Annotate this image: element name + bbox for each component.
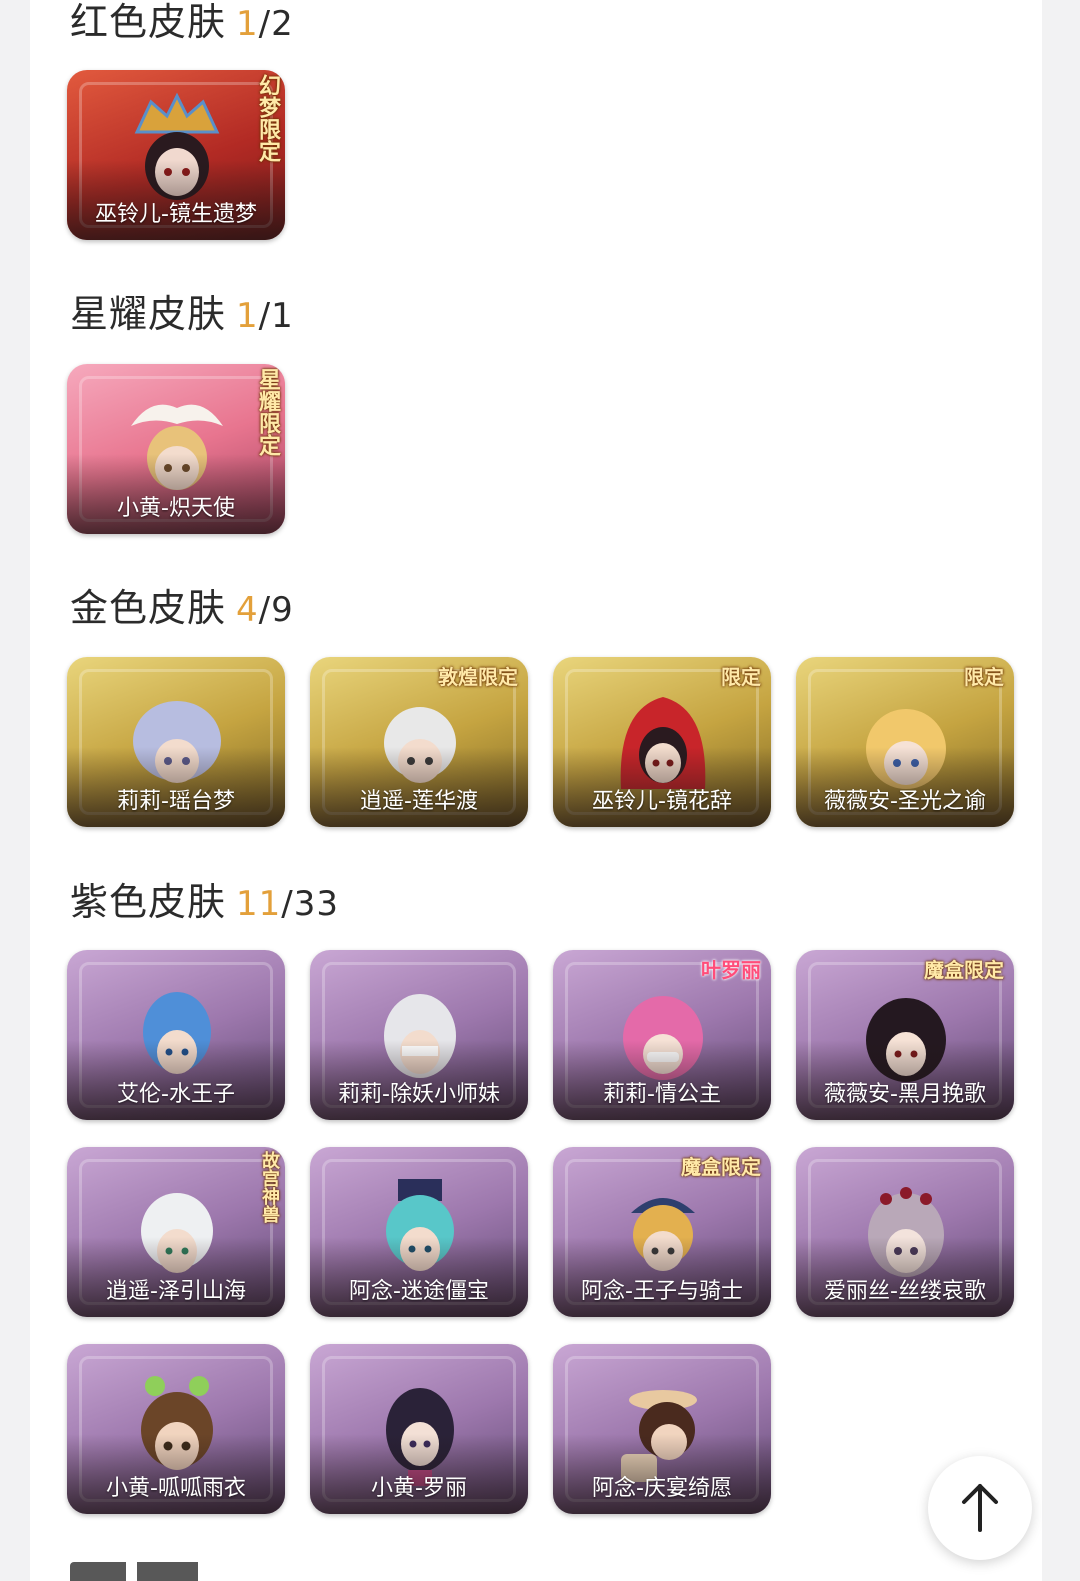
skin-card[interactable]: 莉莉-除妖小师妹: [310, 950, 528, 1120]
skin-name: 小黄-炽天使: [117, 496, 235, 521]
section-title-gold: 金色皮肤 4/9: [70, 586, 294, 632]
limited-badge: 星耀限定: [255, 368, 280, 456]
skin-name: 莉莉-情公主: [603, 1082, 721, 1107]
section-title-label: 金色皮肤: [70, 586, 227, 630]
skin-card[interactable]: 小黄-呱呱雨衣: [67, 1344, 285, 1514]
skin-name: 小黄-罗丽: [371, 1476, 467, 1501]
section-title-label: 紫色皮肤: [70, 880, 227, 924]
skin-card[interactable]: 魔盒限定 薇薇安-黑月挽歌: [796, 950, 1014, 1120]
limited-badge: 限定: [721, 665, 761, 689]
skin-name: 莉莉-除妖小师妹: [338, 1082, 500, 1107]
limited-badge: 故宫神兽: [259, 1151, 280, 1223]
skin-card[interactable]: 叶罗丽 莉莉-情公主: [553, 950, 771, 1120]
section-title-label: 星耀皮肤: [70, 292, 227, 336]
skin-name: 阿念-庆宴绮愿: [592, 1476, 732, 1501]
skin-card[interactable]: 限定 薇薇安-圣光之谕: [796, 657, 1014, 827]
limited-badge: 叶罗丽: [701, 958, 761, 982]
skin-card[interactable]: 星耀限定 小黄-炽天使: [67, 364, 285, 534]
section-title-star: 星耀皮肤 1/1: [70, 292, 294, 338]
skin-card[interactable]: 小黄-罗丽: [310, 1344, 528, 1514]
skin-name: 薇薇安-圣光之谕: [824, 789, 986, 814]
skin-card[interactable]: 魔盒限定 阿念-王子与骑士: [553, 1147, 771, 1317]
skin-name: 阿念-王子与骑士: [581, 1279, 743, 1304]
arrow-up-icon: [962, 1484, 998, 1532]
skin-card[interactable]: 幻梦限定 巫铃儿-镜生遗梦: [67, 70, 285, 240]
owned-count: 1: [236, 4, 259, 44]
skin-name: 薇薇安-黑月挽歌: [824, 1082, 986, 1107]
total-count: /1: [258, 296, 294, 336]
next-section-title: [70, 1560, 240, 1581]
skin-name: 逍遥-莲华渡: [360, 789, 478, 814]
total-count: /2: [258, 4, 294, 44]
skin-name: 阿念-迷途僵宝: [349, 1279, 489, 1304]
skin-card[interactable]: 敦煌限定 逍遥-莲华渡: [310, 657, 528, 827]
skin-name: 莉莉-瑶台梦: [117, 789, 235, 814]
scroll-to-top-button[interactable]: [928, 1456, 1032, 1560]
section-title-label: 红色皮肤: [70, 0, 227, 44]
section-title-purple: 紫色皮肤 11/33: [70, 880, 339, 926]
skin-card[interactable]: 阿念-庆宴绮愿: [553, 1344, 771, 1514]
limited-badge: 限定: [964, 665, 1004, 689]
skin-card[interactable]: 阿念-迷途僵宝: [310, 1147, 528, 1317]
skin-name: 小黄-呱呱雨衣: [106, 1476, 246, 1501]
owned-count: 11: [236, 884, 282, 924]
owned-count: 1: [236, 296, 259, 336]
skin-card[interactable]: 故宫神兽 逍遥-泽引山海: [67, 1147, 285, 1317]
limited-badge: 幻梦限定: [255, 74, 280, 162]
total-count: /33: [281, 884, 339, 924]
skin-name: 巫铃儿-镜花辞: [592, 789, 732, 814]
limited-badge: 魔盒限定: [924, 958, 1004, 982]
section-title-red: 红色皮肤 1/2: [70, 0, 294, 46]
limited-badge: 魔盒限定: [681, 1155, 761, 1179]
skin-card[interactable]: 艾伦-水王子: [67, 950, 285, 1120]
skin-name: 巫铃儿-镜生遗梦: [95, 202, 257, 227]
limited-badge: 敦煌限定: [438, 665, 518, 689]
skin-name: 艾伦-水王子: [117, 1082, 235, 1107]
skin-name: 逍遥-泽引山海: [106, 1279, 246, 1304]
total-count: /9: [258, 590, 294, 630]
skin-card[interactable]: 爱丽丝-丝缕哀歌: [796, 1147, 1014, 1317]
skin-card[interactable]: 限定 巫铃儿-镜花辞: [553, 657, 771, 827]
skin-card[interactable]: 莉莉-瑶台梦: [67, 657, 285, 827]
owned-count: 4: [236, 590, 259, 630]
skin-name: 爱丽丝-丝缕哀歌: [824, 1279, 986, 1304]
